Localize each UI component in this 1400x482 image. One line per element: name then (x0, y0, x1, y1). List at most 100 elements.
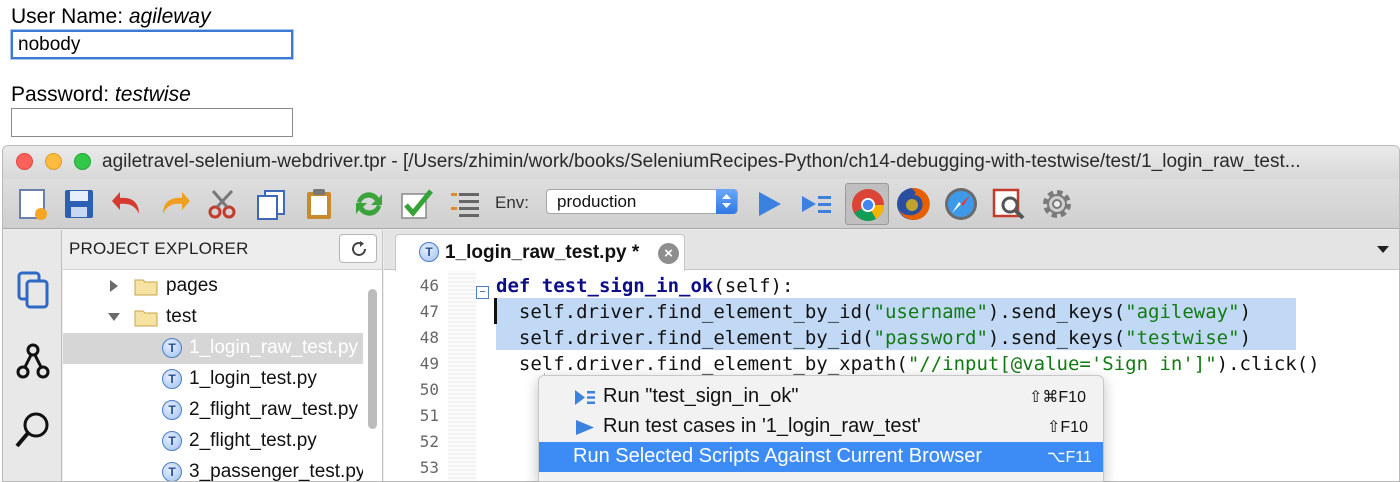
folder-icon (134, 279, 158, 296)
firefox-icon[interactable] (895, 186, 931, 222)
password-hint: testwise (114, 83, 191, 106)
undo-icon[interactable] (109, 186, 145, 222)
search-icon[interactable] (13, 410, 53, 450)
refresh-icon (352, 241, 366, 256)
tab-1-login-raw-test[interactable]: T 1_login_raw_test.py * × (395, 234, 685, 271)
line-number: 53 (419, 458, 439, 477)
code-token: "//input[@value='Sign in']" (907, 353, 1217, 375)
menu-item-run-file[interactable]: Run test cases in '1_login_raw_test' ⇧F1… (539, 412, 1103, 442)
tree-item-1-login-test[interactable]: T 1_login_test.py (63, 364, 363, 395)
test-file-icon: T (162, 462, 182, 481)
tree-item-3-passenger-test[interactable]: T 3_passenger_test.py (63, 457, 363, 482)
code-line[interactable]: def test_sign_in_ok(self): (496, 273, 793, 299)
menu-item-shortcut: ⇧⌘F10 (1029, 389, 1086, 406)
explorer-title: PROJECT EXPLORER (69, 239, 249, 258)
tree-item-label: 2_flight_test.py (189, 430, 317, 451)
menu-item-shortcut: ⇧F10 (1047, 419, 1088, 436)
safari-icon[interactable] (943, 186, 979, 222)
toolbar: Env: production (3, 179, 1399, 229)
cut-icon[interactable] (205, 186, 241, 222)
code-line[interactable]: self.driver.find_element_by_xpath("//inp… (496, 351, 1320, 377)
line-number: 47 (419, 302, 439, 321)
test-file-icon: T (162, 369, 182, 389)
code-token: "password" (873, 327, 988, 349)
menu-item-run-test[interactable]: Run "test_sign_in_ok" ⇧⌘F10 (539, 382, 1103, 412)
inspector-icon[interactable] (991, 186, 1027, 222)
code-token: ).send_keys( (987, 301, 1126, 323)
minimize-window-button[interactable] (45, 153, 62, 170)
menu-item-label: Run Selected Scripts Against Current Bro… (573, 445, 983, 467)
line-number: 46 (419, 276, 439, 295)
close-window-button[interactable] (16, 153, 33, 170)
tree-item-2-flight-test[interactable]: T 2_flight_test.py (63, 426, 363, 457)
tree-item-1-login-raw-test[interactable]: T 1_login_raw_test.py (63, 333, 363, 364)
username-hint: agileway (128, 5, 211, 28)
username-label-text: User Name: (11, 5, 124, 28)
copy-icon[interactable] (253, 186, 289, 222)
tree-item-label: test (166, 306, 197, 327)
close-icon[interactable]: × (658, 243, 679, 264)
explorer-refresh-button[interactable] (339, 234, 377, 263)
new-project-icon[interactable] (15, 186, 51, 222)
settings-icon[interactable] (1039, 186, 1075, 222)
code-token: "username" (873, 301, 988, 323)
fold-strip (448, 271, 476, 481)
zoom-window-button[interactable] (74, 153, 91, 170)
code-token: (self): (713, 275, 794, 297)
code-token: ).send_keys( (987, 327, 1126, 349)
run-file-icon (576, 420, 594, 435)
menu-item-run-selected[interactable]: Run Selected Scripts Against Current Bro… (539, 442, 1103, 472)
tree-item-label: pages (166, 275, 218, 296)
test-file-icon: T (162, 338, 182, 358)
line-number: 49 (419, 354, 439, 373)
code-line[interactable]: self.driver.find_element_by_id("username… (496, 299, 1251, 325)
tree-item-2-flight-raw-test[interactable]: T 2_flight_raw_test.py (63, 395, 363, 426)
files-icon[interactable] (13, 270, 53, 310)
env-select[interactable]: production (546, 189, 738, 214)
chevron-right-icon[interactable] (107, 279, 121, 293)
tree-item-pages[interactable]: pages (63, 271, 363, 302)
test-file-icon: T (419, 242, 439, 262)
menu-item-label: Run test cases in '1_login_raw_test' (603, 415, 921, 437)
tree-item-test[interactable]: test (63, 302, 363, 333)
chrome-button[interactable] (845, 183, 889, 225)
test-file-icon: T (162, 431, 182, 451)
code-token: ) (1239, 327, 1252, 349)
refresh-icon[interactable] (351, 186, 387, 222)
save-icon[interactable] (61, 186, 97, 222)
password-input[interactable] (11, 108, 293, 137)
git-icon[interactable] (13, 340, 53, 380)
tree-item-label: 3_passenger_test.py (189, 461, 363, 482)
line-number: 51 (419, 406, 439, 425)
env-select-value: production (557, 192, 637, 211)
title-bar[interactable]: agiletravel-selenium-webdriver.tpr - [/U… (3, 146, 1399, 179)
menu-item-label: Run "test_sign_in_ok" (603, 385, 799, 407)
tree-item-label: 1_login_raw_test.py (189, 337, 358, 358)
test-file-icon: T (162, 400, 182, 420)
project-explorer: PROJECT EXPLORER pages test T 1_login_ra… (63, 230, 383, 482)
code-token: ) (1239, 301, 1252, 323)
fold-collapse-icon[interactable]: − (476, 286, 489, 299)
explorer-scrollbar[interactable] (368, 289, 377, 429)
outline-icon[interactable] (447, 186, 483, 222)
run-all-icon[interactable] (799, 186, 835, 222)
code-line[interactable]: self.driver.find_element_by_id("password… (496, 325, 1251, 351)
context-menu: Run "test_sign_in_ok" ⇧⌘F10 Run test cas… (538, 375, 1104, 482)
code-token: ).click() (1216, 353, 1320, 375)
line-number: 50 (419, 380, 439, 399)
run-icon[interactable] (751, 186, 787, 222)
tab-menu-chevron-icon[interactable] (1377, 246, 1389, 253)
password-label: Password: testwise (11, 83, 191, 107)
chevron-down-icon[interactable] (107, 310, 121, 324)
folder-open-icon (134, 310, 158, 327)
redo-icon[interactable] (157, 186, 193, 222)
menu-item-shortcut: ⌥F11 (1047, 449, 1092, 466)
password-label-text: Password: (11, 83, 110, 106)
paste-icon[interactable] (301, 186, 337, 222)
code-token: def (496, 275, 542, 297)
tree-item-label: 1_login_test.py (189, 368, 317, 389)
check-icon[interactable] (399, 186, 435, 222)
code-token: self.driver.find_element_by_id( (496, 327, 874, 349)
username-input[interactable] (11, 30, 293, 59)
chevron-updown-icon[interactable] (716, 189, 737, 214)
